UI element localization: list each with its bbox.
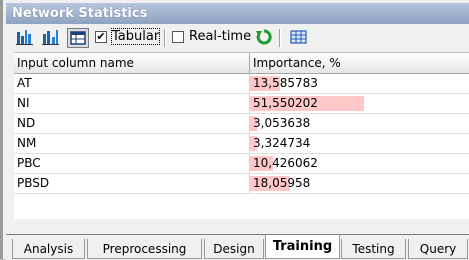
importance-value: 51,550202 bbox=[253, 96, 318, 110]
tab-analysis[interactable]: Analysis bbox=[12, 239, 85, 259]
tab-training[interactable]: Training bbox=[265, 235, 340, 259]
input-column-name-cell: AT bbox=[14, 74, 250, 93]
table-row[interactable]: AT 13,585783 bbox=[14, 74, 469, 94]
tab-query[interactable]: Query bbox=[408, 239, 468, 259]
table-row[interactable]: NI 51,550202 bbox=[14, 94, 469, 114]
importance-cell: 18,05958 bbox=[250, 174, 469, 193]
table-row[interactable]: PBSD 18,05958 bbox=[14, 174, 469, 194]
table-row[interactable]: PBC 10,426062 bbox=[14, 154, 469, 174]
toolbar: ✔ Tabular Real-time bbox=[6, 25, 469, 50]
table-view-icon[interactable] bbox=[67, 28, 89, 48]
input-column-name-cell: PBC bbox=[14, 154, 250, 173]
importance-value: 13,585783 bbox=[253, 76, 318, 90]
tab-testing[interactable]: Testing bbox=[341, 239, 406, 259]
tabular-label[interactable]: Tabular bbox=[110, 28, 161, 45]
toolbar-separator bbox=[164, 29, 165, 47]
column-header-importance[interactable]: Importance, % bbox=[250, 53, 469, 73]
tab-bar: Analysis Preprocessing Design Training T… bbox=[6, 234, 469, 260]
importance-cell: 13,585783 bbox=[250, 74, 469, 93]
bar-chart-icon[interactable] bbox=[15, 28, 37, 48]
input-column-name-cell: NM bbox=[14, 134, 250, 153]
importance-value: 18,05958 bbox=[253, 176, 311, 190]
input-column-name-cell: NI bbox=[14, 94, 250, 113]
panel-title: Network Statistics bbox=[6, 3, 469, 24]
tabular-checkbox[interactable]: ✔ bbox=[95, 31, 107, 43]
importance-value: 3,053638 bbox=[253, 116, 311, 130]
importance-cell: 10,426062 bbox=[250, 154, 469, 173]
toolbar-separator bbox=[279, 29, 280, 47]
table-row[interactable]: NM 3,324734 bbox=[14, 134, 469, 154]
refresh-icon[interactable] bbox=[254, 28, 276, 48]
realtime-checkbox[interactable] bbox=[172, 31, 184, 43]
table-header: Input column name Importance, % bbox=[14, 53, 469, 74]
importance-cell: 3,053638 bbox=[250, 114, 469, 133]
tab-preprocessing[interactable]: Preprocessing bbox=[87, 239, 202, 259]
statistics-table: Input column name Importance, % AT 13,585… bbox=[14, 52, 469, 219]
importance-cell: 51,550202 bbox=[250, 94, 469, 113]
importance-value: 3,324734 bbox=[253, 136, 311, 150]
importance-cell: 3,324734 bbox=[250, 134, 469, 153]
realtime-label[interactable]: Real-time bbox=[189, 29, 251, 44]
input-column-name-cell: ND bbox=[14, 114, 250, 133]
importance-value: 10,426062 bbox=[253, 156, 318, 170]
table-row[interactable]: ND 3,053638 bbox=[14, 114, 469, 134]
grid-icon[interactable] bbox=[288, 28, 310, 48]
network-statistics-panel: Network Statistics ✔ Tabular Real-time I… bbox=[0, 0, 469, 260]
input-column-name-cell: PBSD bbox=[14, 174, 250, 193]
column-header-input-name[interactable]: Input column name bbox=[14, 53, 250, 73]
bar-chart-alt-icon[interactable] bbox=[41, 28, 63, 48]
tab-design[interactable]: Design bbox=[204, 239, 264, 259]
